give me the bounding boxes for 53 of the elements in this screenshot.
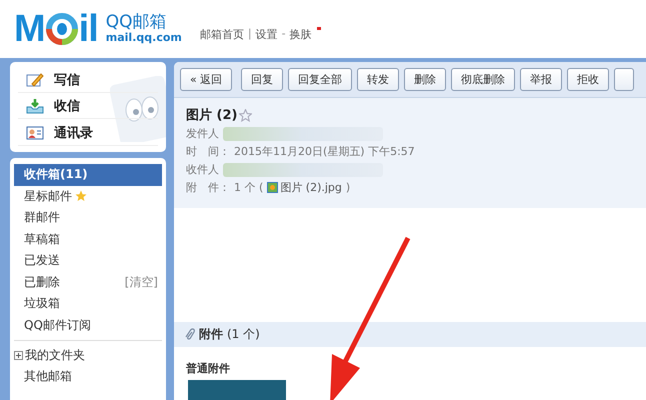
field-label: 时 间： — [186, 144, 230, 160]
image-thumbnail[interactable] — [188, 380, 286, 400]
contact-card-icon — [26, 126, 44, 140]
email-subject: 图片 (2) — [186, 107, 238, 124]
penguin-ring-logo-icon — [44, 12, 79, 46]
folder-group-item[interactable]: 我的文件夹 — [14, 345, 91, 366]
attachment-link[interactable]: 图片 (2).jpg — [267, 180, 342, 196]
field-value: ) — [346, 181, 350, 194]
field-value: 2015年11月20日(星期五) 下午5:57 — [234, 144, 415, 160]
quick-action-button[interactable]: 通讯录 — [18, 121, 158, 146]
inbox-tray-icon — [26, 98, 44, 114]
toolbar-button[interactable]: 拒收 — [567, 68, 610, 92]
folder-item[interactable]: 星标邮件 — [14, 186, 162, 207]
folder-item[interactable]: 草稿箱 — [14, 228, 162, 250]
toolbar-button[interactable]: 回复 — [241, 68, 284, 92]
toolbar-button[interactable]: 举报 — [520, 68, 562, 92]
attachment-title: 附件 — [199, 326, 223, 344]
field-value: 1 个 ( — [234, 180, 264, 196]
folder-group-item[interactable]: 其他邮箱 — [14, 366, 78, 387]
field-label: 附 件： — [186, 180, 230, 196]
folder-item[interactable]: 收件箱(11) — [14, 164, 162, 186]
separator-text: - — [282, 27, 286, 42]
folder-item[interactable]: 已发送 — [14, 250, 162, 272]
pencil-note-icon — [26, 72, 44, 88]
expand-plus-icon[interactable] — [14, 351, 23, 360]
folder-item[interactable]: QQ邮件订阅 — [14, 314, 162, 336]
toolbar-button[interactable]: 彻底删除 — [451, 68, 516, 92]
separator-text: | — [248, 27, 252, 42]
star-icon[interactable] — [239, 108, 252, 122]
folder-item[interactable]: 垃圾箱 — [14, 293, 162, 314]
back-button[interactable]: « 返回 — [180, 68, 232, 92]
field-label: 发件人 — [186, 126, 219, 142]
attachment-count: (1 个) — [227, 326, 260, 344]
paperclip-icon — [184, 328, 195, 342]
toolbar-button[interactable]: 回复全部 — [288, 68, 352, 92]
logo-text: M — [14, 8, 45, 50]
empty-trash-link[interactable]: [清空] — [124, 274, 158, 291]
image-file-icon — [267, 182, 278, 194]
attachment-section-title: 普通附件 — [185, 361, 231, 378]
toolbar-button[interactable] — [614, 68, 634, 92]
folder-item[interactable]: 已删除 [清空] — [14, 272, 162, 293]
toolbar-button[interactable]: 转发 — [357, 68, 400, 92]
nav-link[interactable]: 设置 — [256, 27, 278, 42]
logo-text: il — [78, 8, 98, 50]
toolbar-button[interactable]: 删除 — [404, 68, 446, 92]
quick-action-button[interactable]: 写信 — [18, 68, 158, 93]
brand-name: QQ邮箱 — [106, 14, 168, 32]
folder-item[interactable]: 群邮件 — [14, 207, 162, 228]
nav-link[interactable]: 邮箱首页 — [200, 27, 244, 42]
quick-action-button[interactable]: 收信 — [18, 94, 158, 120]
field-label: 收件人 — [186, 162, 219, 178]
brand-domain: mail.qq.com — [106, 32, 182, 44]
nav-link[interactable]: 换肤 — [290, 27, 312, 42]
